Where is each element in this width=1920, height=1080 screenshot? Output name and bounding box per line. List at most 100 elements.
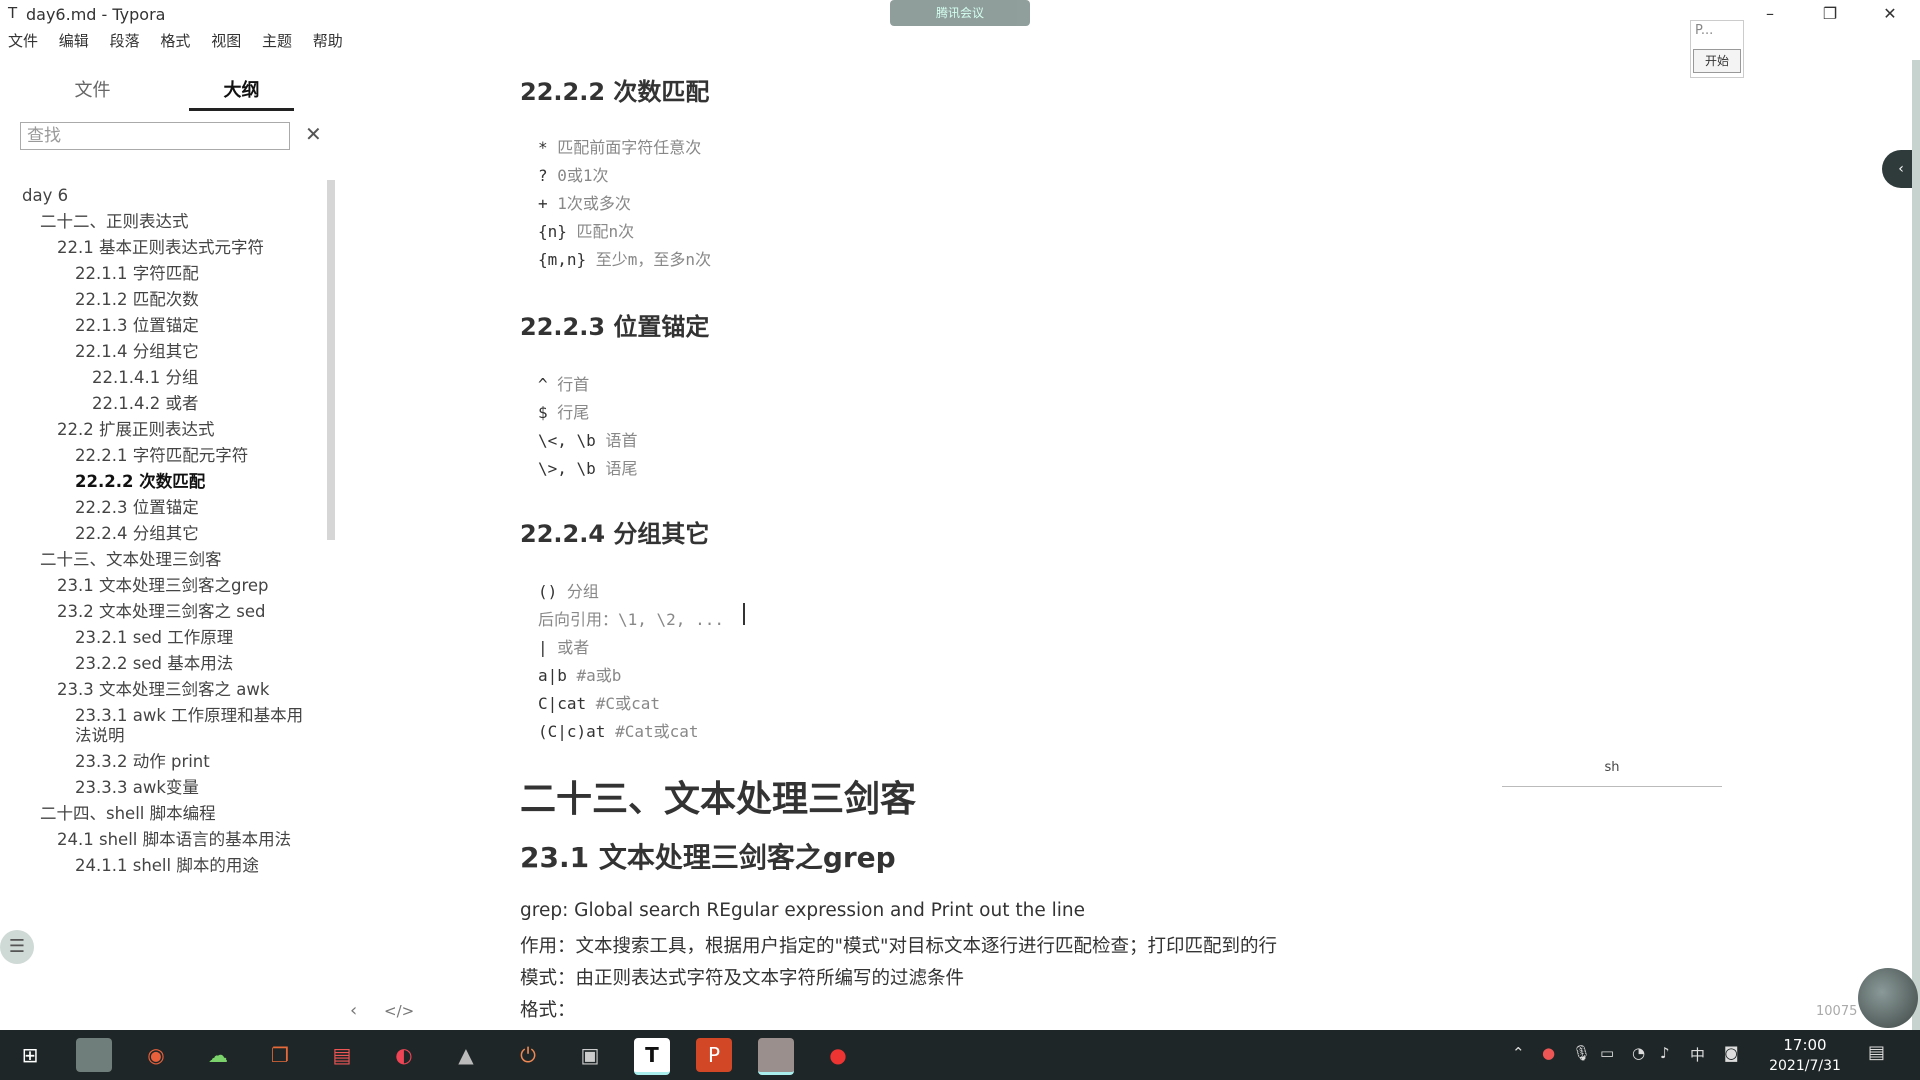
outline-item[interactable]: 22.2.3 位置锚定 (75, 498, 199, 518)
photos-icon[interactable]: ▲ (448, 1038, 484, 1072)
menu-format[interactable]: 格式 (160, 32, 190, 50)
outline-item[interactable]: 二十三、文本处理三剑客 (40, 550, 222, 570)
code-line: | 或者 (538, 634, 589, 658)
code-comment: 语首 (605, 431, 638, 450)
outline-item[interactable]: 22.2.4 分组其它 (75, 524, 199, 544)
browser-icon[interactable]: ◐ (386, 1038, 422, 1072)
app-icon[interactable] (76, 1038, 112, 1072)
outline-item[interactable]: 24.1.1 shell 脚本的用途 (75, 856, 259, 876)
paragraph: 格式： (520, 1000, 576, 1021)
code-comment: #C或cat (595, 694, 660, 713)
word-count[interactable]: 10075 (1816, 1004, 1857, 1019)
windows-start-icon[interactable]: ⊞ (12, 1038, 48, 1072)
close-icon[interactable]: ✕ (305, 122, 322, 146)
heading-22-2-2: 22.2.2 次数匹配 (520, 78, 710, 106)
menu-theme[interactable]: 主题 (262, 32, 292, 50)
code-line: C|cat #C或cat (538, 690, 660, 714)
outline-item[interactable]: 24.1 shell 脚本语言的基本用法 (57, 830, 291, 850)
typora-app-icon: T (8, 4, 18, 22)
heading-22-2-3: 22.2.3 位置锚定 (520, 313, 710, 341)
code-symbol: \>, \b (538, 459, 606, 478)
menu-edit[interactable]: 编辑 (59, 32, 89, 50)
battery-icon[interactable]: ▭ (1600, 1044, 1614, 1062)
paragraph: grep: Global search REgular expression a… (520, 900, 1085, 921)
app-icon[interactable] (758, 1038, 794, 1075)
microphone-icon[interactable]: 🎙 (1572, 1044, 1591, 1062)
source-code-icon[interactable]: </> (384, 1002, 414, 1020)
outline-item[interactable]: 22.2.2 次数匹配 (75, 472, 205, 492)
outline-item[interactable]: 22.1.3 位置锚定 (75, 316, 199, 336)
powerpoint-icon[interactable]: P (696, 1038, 732, 1072)
chevron-left-icon[interactable]: ‹ (350, 1000, 357, 1021)
folder-icon[interactable]: ▤ (324, 1038, 360, 1072)
code-line: () 分组 (538, 578, 599, 602)
code-line: \>, \b 语尾 (538, 455, 637, 479)
code-symbol: ? (538, 166, 558, 185)
code-symbol: $ (538, 403, 558, 422)
outline-item[interactable]: 22.1.4 分组其它 (75, 342, 199, 362)
terminal-icon[interactable]: ▣ (572, 1038, 608, 1072)
outline-item[interactable]: 22.1 基本正则表达式元字符 (57, 238, 264, 258)
tab-files[interactable]: 文件 (40, 74, 145, 108)
ime-indicator[interactable]: 中 (1690, 1044, 1705, 1065)
chevron-up-icon[interactable]: ⌃ (1512, 1044, 1525, 1062)
outline-toggle-icon[interactable]: ☰ (0, 930, 34, 964)
menu-paragraph[interactable]: 段落 (110, 32, 140, 50)
wifi-icon[interactable]: ◔ (1632, 1044, 1645, 1062)
outline-item[interactable]: 23.1 文本处理三剑客之grep (57, 576, 269, 596)
code-symbol: | (538, 638, 558, 657)
outline-item[interactable]: 22.1.4.1 分组 (92, 368, 198, 388)
code-symbol: C|cat (538, 694, 596, 713)
window-switch-icon[interactable]: ❐ (262, 1038, 298, 1072)
outline-item[interactable]: 二十四、shell 脚本编程 (40, 804, 216, 824)
menu-file[interactable]: 文件 (8, 32, 38, 50)
outline-item[interactable]: 22.1.4.2 或者 (92, 394, 198, 414)
tab-outline[interactable]: 大纲 (189, 74, 294, 111)
outline-item[interactable]: 23.3.1 awk 工作原理和基本用法说明 (75, 706, 315, 746)
clock-date[interactable]: 2021/7/31 (1760, 1058, 1850, 1074)
record-icon[interactable]: ● (820, 1038, 856, 1072)
outline-item[interactable]: 23.2 文本处理三剑客之 sed (57, 602, 265, 622)
restore-icon[interactable]: ❐ (1810, 2, 1850, 26)
volume-icon[interactable]: ♪ (1660, 1044, 1670, 1062)
minimize-icon[interactable]: – (1750, 2, 1790, 26)
outline-item[interactable]: 二十二、正则表达式 (40, 212, 189, 232)
chrome-icon[interactable]: ◉ (138, 1038, 174, 1072)
outline-item[interactable]: 23.3.3 awk变量 (75, 778, 199, 798)
clock-time[interactable]: 17:00 (1770, 1036, 1840, 1054)
menu-help[interactable]: 帮助 (313, 32, 343, 50)
outline-item[interactable]: 22.1.2 匹配次数 (75, 290, 199, 310)
sidebar-scrollbar[interactable] (327, 180, 335, 540)
outline-item[interactable]: 23.2.2 sed 基本用法 (75, 654, 233, 674)
outline-item[interactable]: 23.3 文本处理三剑客之 awk (57, 680, 269, 700)
code-symbol: * (538, 138, 558, 157)
record-tray-icon[interactable]: ● (1542, 1044, 1555, 1062)
search-tray-icon[interactable]: ◙ (1724, 1044, 1739, 1062)
right-edge-strip (1912, 60, 1920, 1030)
outline-item[interactable]: 23.2.1 sed 工作原理 (75, 628, 233, 648)
code-line: 后向引用：\1, \2, ... (538, 606, 724, 630)
code-symbol: + (538, 194, 558, 213)
outline-item[interactable]: 22.2 扩展正则表达式 (57, 420, 214, 440)
code-symbol: {n} (538, 222, 577, 241)
outline-search-input[interactable]: 查找 (20, 122, 290, 150)
wechat-icon[interactable]: ☁ (200, 1038, 236, 1072)
code-symbol: () (538, 582, 567, 601)
code-comment: #Cat或cat (615, 722, 699, 741)
outline-item[interactable]: 23.3.2 动作 print (75, 752, 210, 772)
code-line: {m,n} 至少m，至多n次 (538, 246, 711, 270)
code-comment: 行尾 (557, 403, 590, 422)
typora-icon[interactable]: T (634, 1038, 670, 1075)
close-icon[interactable]: ✕ (1870, 2, 1910, 26)
sidebar: 文件 大纲 查找 ✕ day 6 二十二、正则表达式 22.1 基本正则表达式元字符… (0, 60, 340, 1030)
notifications-icon[interactable]: ▤ (1868, 1042, 1885, 1063)
meeting-toolbar[interactable]: 腾讯会议 (890, 0, 1030, 26)
menu-view[interactable]: 视图 (211, 32, 241, 50)
outline-item[interactable]: day 6 (22, 186, 68, 206)
outline-item[interactable]: 22.2.1 字符匹配元字符 (75, 446, 248, 466)
outline-item[interactable]: 22.1.1 字符匹配 (75, 264, 199, 284)
recorder-icon[interactable]: ⏻ (510, 1038, 546, 1072)
code-comment: #a或b (576, 666, 622, 685)
editor[interactable]: 22.2.2 次数匹配 * 匹配前面字符任意次? 0或1次 + 1次或多次 {n} … (520, 60, 1740, 1030)
start-button[interactable]: 开始 (1693, 49, 1741, 73)
